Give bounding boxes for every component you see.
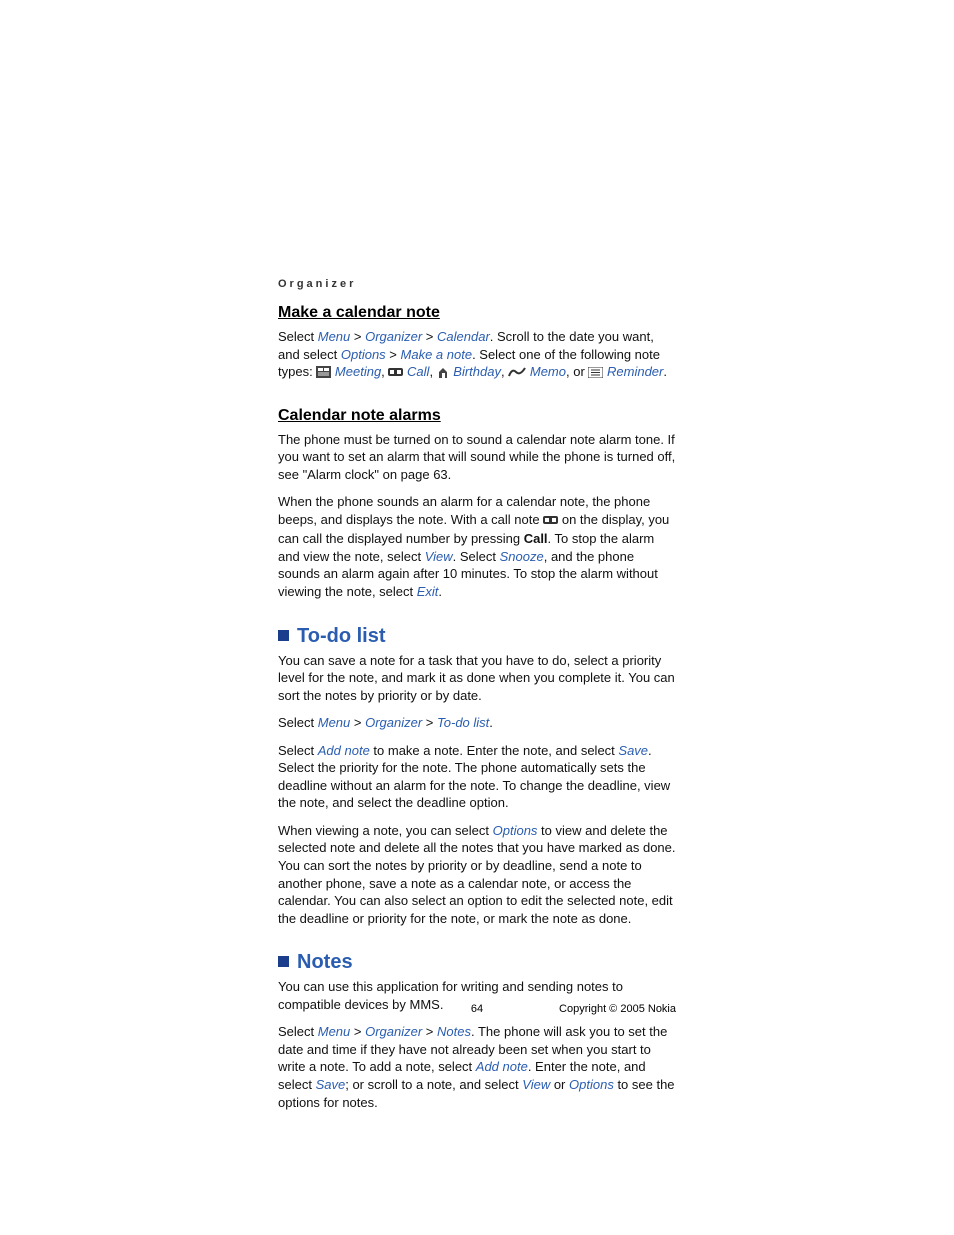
- paragraph: When viewing a note, you can select Opti…: [278, 822, 676, 927]
- birthday-icon: [437, 365, 450, 383]
- link-birthday[interactable]: Birthday: [453, 364, 501, 379]
- link-memo[interactable]: Memo: [530, 364, 566, 379]
- paragraph: Select Menu > Organizer > Notes. The pho…: [278, 1023, 676, 1111]
- memo-icon: [508, 365, 526, 383]
- link-call[interactable]: Call: [407, 364, 429, 379]
- link-organizer[interactable]: Organizer: [365, 329, 422, 344]
- text: >: [386, 347, 401, 362]
- link-notes[interactable]: Notes: [437, 1024, 471, 1039]
- paragraph: Select Add note to make a note. Enter th…: [278, 742, 676, 812]
- text: .: [663, 364, 667, 379]
- text: Select: [278, 329, 318, 344]
- page-footer: 64 Copyright © 2005 Nokia: [278, 1003, 676, 1015]
- text: >: [422, 1024, 437, 1039]
- link-exit[interactable]: Exit: [417, 584, 439, 599]
- link-save[interactable]: Save: [618, 743, 648, 758]
- text: Select: [278, 743, 318, 758]
- link-view[interactable]: View: [425, 549, 453, 564]
- link-save[interactable]: Save: [316, 1077, 346, 1092]
- text: ,: [501, 364, 508, 379]
- breadcrumb: Organizer: [278, 278, 676, 290]
- copyright: Copyright © 2005 Nokia: [559, 1003, 676, 1015]
- text: ,: [429, 364, 436, 379]
- text: . Select: [453, 549, 500, 564]
- link-calendar[interactable]: Calendar: [437, 329, 490, 344]
- text: ,: [381, 364, 388, 379]
- text: >: [350, 715, 365, 730]
- meeting-icon: [316, 365, 331, 383]
- link-options[interactable]: Options: [493, 823, 538, 838]
- text: Select: [278, 1024, 318, 1039]
- reminder-icon: [588, 365, 603, 383]
- heading-notes: Notes: [278, 951, 676, 974]
- link-snooze[interactable]: Snooze: [500, 549, 544, 564]
- paragraph: The phone must be turned on to sound a c…: [278, 431, 676, 484]
- text: ; or scroll to a note, and select: [345, 1077, 522, 1092]
- text: .: [489, 715, 493, 730]
- text: >: [422, 329, 437, 344]
- paragraph: Select Menu > Organizer > To-do list.: [278, 714, 676, 732]
- text: to view and delete the selected note and…: [278, 823, 676, 926]
- text: >: [350, 1024, 365, 1039]
- text: When viewing a note, you can select: [278, 823, 493, 838]
- link-make-a-note[interactable]: Make a note: [401, 347, 473, 362]
- page: Organizer Make a calendar note Select Me…: [0, 0, 954, 1235]
- call-note-icon: [543, 513, 558, 531]
- link-menu[interactable]: Menu: [318, 329, 351, 344]
- link-add-note[interactable]: Add note: [476, 1059, 528, 1074]
- link-add-note[interactable]: Add note: [318, 743, 370, 758]
- link-organizer[interactable]: Organizer: [365, 715, 422, 730]
- link-options[interactable]: Options: [569, 1077, 614, 1092]
- heading-calendar-note-alarms: Calendar note alarms: [278, 407, 676, 425]
- text: Select: [278, 715, 318, 730]
- heading-make-calendar-note: Make a calendar note: [278, 304, 676, 322]
- square-bullet-icon: [278, 630, 289, 641]
- link-reminder[interactable]: Reminder: [607, 364, 663, 379]
- text: or: [550, 1077, 569, 1092]
- paragraph: When the phone sounds an alarm for a cal…: [278, 493, 676, 600]
- link-to-do-list[interactable]: To-do list: [437, 715, 489, 730]
- heading-text: To-do list: [297, 625, 386, 647]
- paragraph: You can save a note for a task that you …: [278, 652, 676, 705]
- text: , or: [566, 364, 588, 379]
- link-menu[interactable]: Menu: [318, 1024, 351, 1039]
- link-view[interactable]: View: [522, 1077, 550, 1092]
- paragraph: Select Menu > Organizer > Calendar. Scro…: [278, 328, 676, 383]
- text: to make a note. Enter the note, and sele…: [370, 743, 619, 758]
- text: >: [422, 715, 437, 730]
- link-organizer[interactable]: Organizer: [365, 1024, 422, 1039]
- heading-to-do-list: To-do list: [278, 625, 676, 648]
- heading-text: Notes: [297, 951, 353, 973]
- page-number: 64: [471, 1003, 483, 1015]
- square-bullet-icon: [278, 956, 289, 967]
- text: >: [350, 329, 365, 344]
- link-meeting[interactable]: Meeting: [335, 364, 381, 379]
- text: .: [438, 584, 442, 599]
- link-options[interactable]: Options: [341, 347, 386, 362]
- call-icon: [388, 365, 403, 383]
- link-menu[interactable]: Menu: [318, 715, 351, 730]
- key-call: Call: [524, 531, 548, 546]
